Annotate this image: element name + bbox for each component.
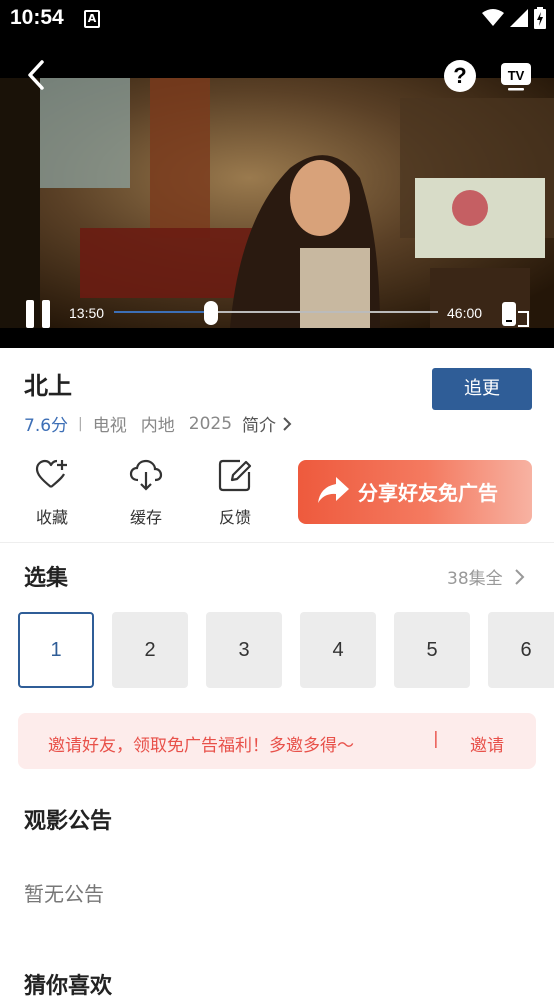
player-controls: 13:50 46:00 [0,288,554,338]
divider [0,542,554,543]
follow-button[interactable]: 追更 [432,368,532,410]
share-arrow-icon [318,477,349,503]
help-icon[interactable]: ? [444,60,476,92]
invite-banner: 邀请好友，领取免广告福利！多邀多得～ | 邀请 [18,713,536,769]
score: 7.6分 [24,416,69,436]
chevron-right-icon [514,568,525,585]
episodes-title: 选集 [24,566,69,591]
episode-item[interactable]: 6 [488,612,554,688]
show-year: 2025 [188,413,233,434]
notice-title: 观影公告 [24,809,113,834]
current-time: 13:50 [69,305,105,321]
progress-fill [114,311,212,313]
cloud-download-icon [129,459,163,491]
share-label: 分享好友免广告 [358,481,498,505]
signal-icon [510,9,528,27]
share-free-ads-button[interactable]: 分享好友免广告 [298,460,532,524]
cast-tv-icon[interactable]: TV [500,60,532,92]
duration: 46:00 [447,305,483,321]
episodes-count: 38集全 [447,569,503,589]
episodes-count-link[interactable]: 38集全 [447,564,527,589]
progress-track[interactable] [114,311,438,313]
battery-icon [534,7,546,29]
wifi-icon [482,9,504,26]
status-icons [482,7,546,29]
episode-item[interactable]: 3 [206,612,282,688]
episode-item[interactable]: 2 [112,612,188,688]
action-row: 收藏 缓存 反馈 分享好友免广告 [0,454,554,538]
episode-list: 1 2 3 4 5 6 [18,612,554,690]
favorite-button[interactable]: 收藏 [22,458,82,528]
edit-feedback-icon [218,459,252,492]
episode-item[interactable]: 5 [394,612,470,688]
show-region: 内地 [140,416,175,436]
cache-label: 缓存 [129,508,162,527]
pause-icon[interactable] [24,300,52,328]
meta-separator: | [78,415,83,432]
status-time: 10:54 [10,6,64,29]
progress-thumb[interactable] [204,301,219,325]
invite-text: 邀请好友，领取免广告福利！多邀多得～ [48,736,354,756]
feedback-button[interactable]: 反馈 [205,458,265,528]
favorite-add-icon [35,459,67,488]
fullscreen-icon[interactable] [500,300,530,328]
svg-text:TV: TV [508,68,525,83]
chevron-right-icon [283,416,292,431]
back-icon[interactable] [22,58,52,92]
show-title: 北上 [24,372,72,400]
invite-separator: | [433,729,439,749]
status-bar: 10:54 A [0,0,554,38]
show-meta: 7.6分 | 电视 内地 2025 简介 [24,411,294,436]
episode-item[interactable]: 4 [300,612,376,688]
favorite-label: 收藏 [35,508,68,527]
invite-button[interactable]: 邀请 [470,731,504,756]
feedback-label: 反馈 [218,508,251,527]
notification-icon: A [84,10,100,28]
intro-link[interactable]: 简介 [242,411,294,436]
notice-body: 暂无公告 [24,882,104,906]
video-player[interactable]: ? TV 13:50 46:00 [0,38,554,348]
recommend-title: 猜你喜欢 [24,974,113,999]
intro-label: 简介 [242,416,277,436]
cache-button[interactable]: 缓存 [116,458,176,528]
episode-item[interactable]: 1 [18,612,94,688]
show-type: 电视 [92,416,127,436]
